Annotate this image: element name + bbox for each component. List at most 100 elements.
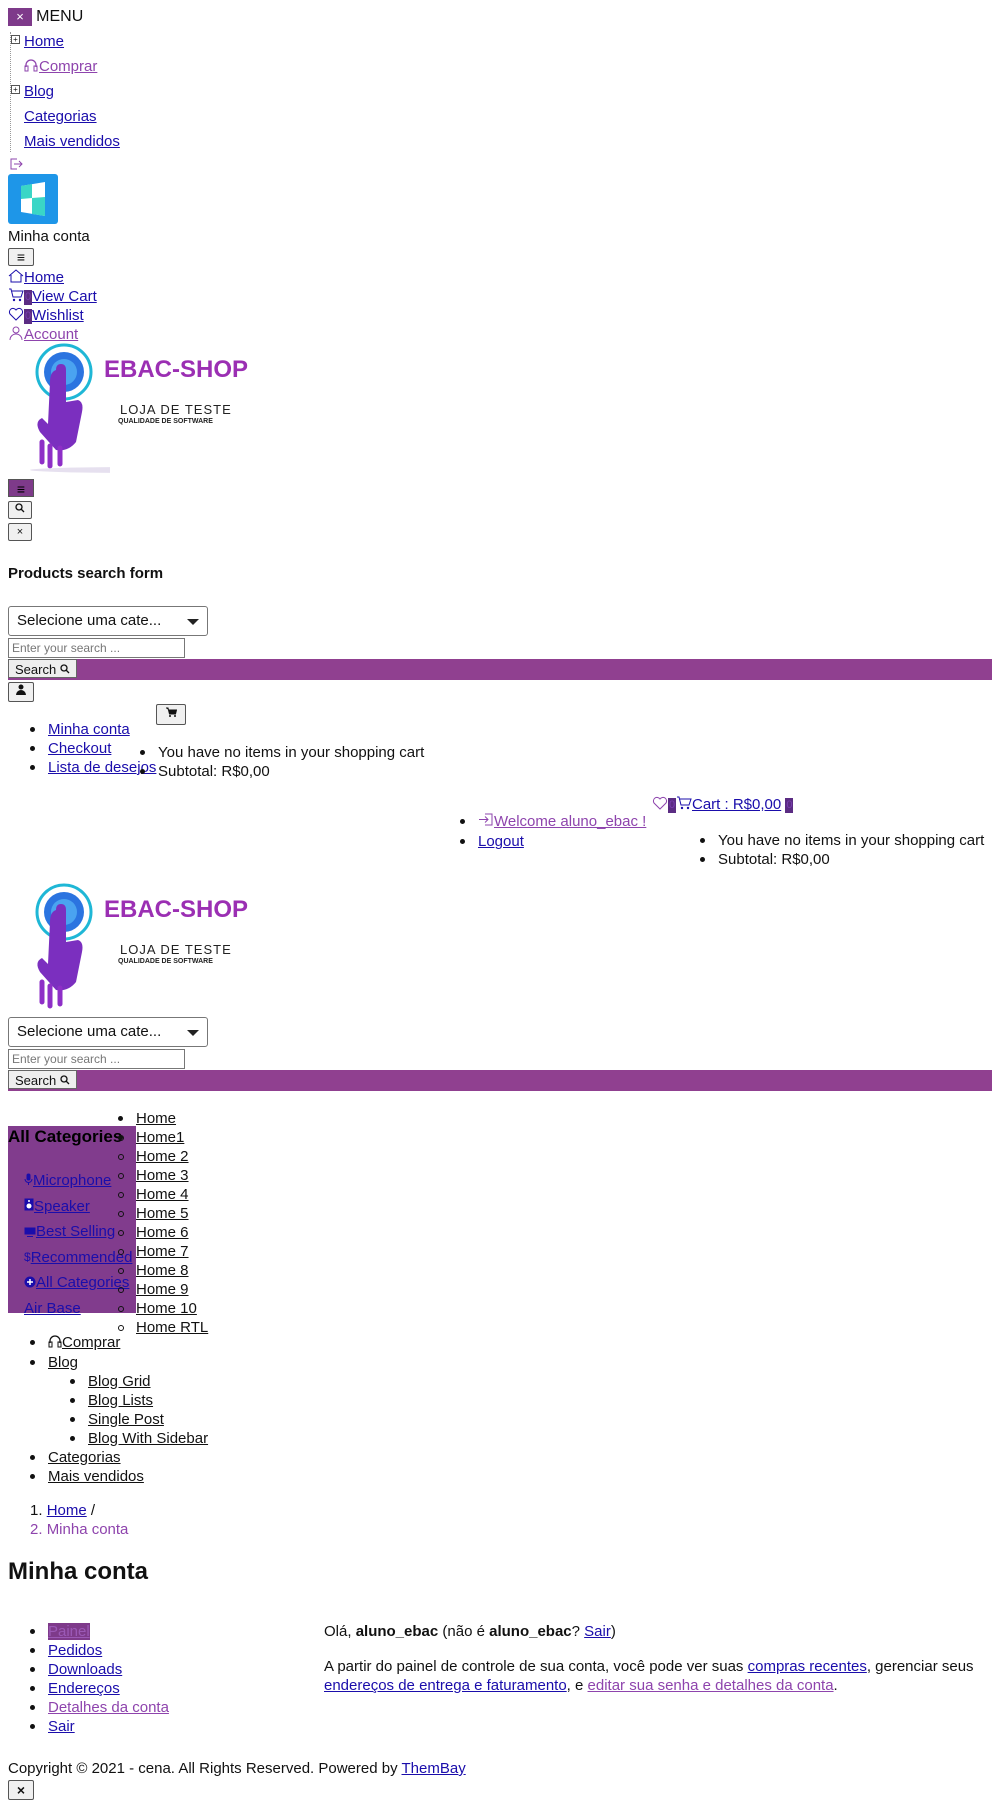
expand-icon[interactable]: + [11,85,20,94]
breadcrumb-home[interactable]: Home [47,1502,87,1519]
blog-submenu-link[interactable]: Blog Grid [88,1373,151,1390]
heart-icon[interactable] [652,796,668,814]
home-submenu-link[interactable]: Home 10 [136,1300,197,1317]
home-submenu-item[interactable]: Home 3 [117,1166,208,1185]
category-label[interactable]: Best Selling [36,1223,115,1240]
recent-orders-link[interactable]: compras recentes [748,1658,867,1675]
home-submenu-link[interactable]: Home 3 [136,1167,189,1184]
user-menu-checkout[interactable]: Checkout [48,740,111,757]
quick-link-cart[interactable]: 0View Cart [8,288,97,306]
category-label[interactable]: All Categories [36,1274,129,1291]
header-close-button[interactable]: × [8,523,32,541]
main-nav-item[interactable]: Blog Blog Grid Blog Lists Single Post Bl… [29,1353,208,1448]
site-logo-secondary[interactable]: EBAC-SHOP LOJA DE TESTE QUALIDADE DE SOF… [20,882,255,1017]
expand-icon[interactable]: + [11,35,20,44]
quick-link-cart-label[interactable]: View Cart [32,288,97,305]
blog-submenu-item[interactable]: Blog Grid [69,1372,208,1391]
home-submenu-item[interactable]: Home 7 [117,1242,208,1261]
category-item-recommended[interactable]: $Recommended [24,1245,132,1271]
category-item-all[interactable]: All Categories [24,1270,132,1296]
home-submenu-link[interactable]: Home 4 [136,1186,189,1203]
welcome-link[interactable]: Welcome aluno_ebac ! [494,813,646,830]
site-logo[interactable]: EBAC-SHOP LOJA DE TESTE QUALIDADE DE SOF… [20,342,255,477]
search-input-secondary[interactable]: Enter your search ... [8,1049,185,1069]
category-select[interactable]: Selecione uma cate... [8,606,208,636]
account-nav-detalhes[interactable]: Detalhes da conta [48,1699,169,1716]
main-nav-item[interactable]: Categorias [29,1448,208,1467]
home-submenu-link[interactable]: Home 5 [136,1205,189,1222]
menu-item-categorias[interactable]: Categorias [24,108,97,125]
home-submenu-item[interactable]: Home 4 [117,1185,208,1204]
home-submenu-link[interactable]: Home 6 [136,1224,189,1241]
quick-link-home[interactable]: Home [8,269,64,287]
account-nav-painel[interactable]: Painel [48,1623,90,1640]
account-nav-item[interactable]: Painel [30,1622,169,1641]
category-item-microphone[interactable]: Microphone [24,1168,132,1194]
quick-link-wishlist[interactable]: 0Wishlist [8,307,84,325]
logout-link[interactable]: Logout [478,833,524,850]
main-nav-item[interactable]: Comprar [29,1333,208,1353]
user-menu-minha-conta[interactable]: Minha conta [48,721,130,738]
account-nav-item[interactable]: Endereços [30,1679,169,1698]
main-nav-blog[interactable]: Blog [48,1354,78,1371]
category-item-best-selling[interactable]: Best Selling [24,1219,132,1245]
user-menu-item[interactable]: Lista de desejos [29,758,156,777]
menu-item-comprar[interactable]: Comprar [39,58,97,75]
category-label[interactable]: Air Base [24,1300,81,1317]
home-submenu-link[interactable]: Home1 [136,1129,184,1146]
home-submenu-item[interactable]: Home 6 [117,1223,208,1242]
account-nav-item[interactable]: Downloads [30,1660,169,1679]
home-submenu-link[interactable]: Home [136,1110,176,1127]
header-search-button[interactable] [8,501,32,519]
account-nav-downloads[interactable]: Downloads [48,1661,122,1678]
category-item-air-base[interactable]: Air Base [24,1296,132,1321]
quick-link-wishlist-label[interactable]: Wishlist [32,307,84,324]
home-submenu-item[interactable]: Home1 [117,1128,208,1147]
home-submenu-item[interactable]: Home 5 [117,1204,208,1223]
all-categories-title[interactable]: All Categories [8,1127,122,1147]
home-submenu-link[interactable]: Home 8 [136,1262,189,1279]
blog-submenu-item[interactable]: Blog Lists [69,1391,208,1410]
top-user-menu-item[interactable]: Welcome aluno_ebac ! [459,812,646,832]
home-submenu-item[interactable]: Home [117,1109,208,1128]
search-input[interactable]: Enter your search ... [8,638,185,658]
user-button[interactable] [8,682,34,702]
account-nav-item[interactable]: Pedidos [30,1641,169,1660]
main-nav-categorias[interactable]: Categorias [48,1449,121,1466]
addresses-link[interactable]: endereços de entrega e faturamento [324,1677,567,1694]
mini-cart-button[interactable] [156,704,186,725]
category-label[interactable]: Speaker [34,1198,90,1215]
account-nav-item[interactable]: Sair [30,1717,169,1736]
category-item-speaker[interactable]: Speaker [24,1194,132,1220]
blog-submenu-item[interactable]: Blog With Sidebar [69,1429,208,1448]
menu-item-home[interactable]: Home [24,33,64,50]
category-select-secondary[interactable]: Selecione uma cate... [8,1017,208,1047]
account-nav-pedidos[interactable]: Pedidos [48,1642,102,1659]
logout-icon[interactable] [8,156,24,176]
account-details-link[interactable]: editar sua senha e detalhes da conta [588,1677,834,1694]
search-button-secondary[interactable]: Search [8,1070,77,1089]
menu-close-button[interactable]: × [8,8,32,26]
home-submenu-item[interactable]: Home 10 [117,1299,208,1318]
account-nav-enderecos[interactable]: Endereços [48,1680,120,1697]
blog-submenu-item[interactable]: Single Post [69,1410,208,1429]
top-cart-label[interactable]: Cart : R$0,00 [692,796,781,813]
home-submenu-item[interactable]: Home1 Home 2 Home 3 Home 4 Home 5 Home 6… [117,1128,208,1337]
home-submenu-item[interactable]: Home 8 [117,1261,208,1280]
account-nav-sair[interactable]: Sair [48,1718,75,1735]
home-submenu-link[interactable]: Home 2 [136,1148,189,1165]
user-menu-item[interactable]: Minha conta [29,720,156,739]
category-label[interactable]: Microphone [33,1172,111,1189]
home-submenu-link[interactable]: Home 9 [136,1281,189,1298]
main-nav-mais-vendidos[interactable]: Mais vendidos [48,1468,144,1485]
dashboard-logout-link[interactable]: Sair [584,1623,611,1640]
home-submenu-item[interactable]: Home 2 [117,1147,208,1166]
main-nav-comprar[interactable]: Comprar [62,1334,120,1351]
account-nav-item[interactable]: Detalhes da conta [30,1698,169,1717]
main-nav-item[interactable]: Mais vendidos [29,1467,208,1486]
quick-link-account-label[interactable]: Account [24,326,78,343]
blog-submenu-link[interactable]: Blog With Sidebar [88,1430,208,1447]
top-bar-cart[interactable]: 0 Cart : R$0,00 0 [652,796,794,814]
quick-link-home-label[interactable]: Home [24,269,64,286]
blog-submenu-link[interactable]: Blog Lists [88,1392,153,1409]
